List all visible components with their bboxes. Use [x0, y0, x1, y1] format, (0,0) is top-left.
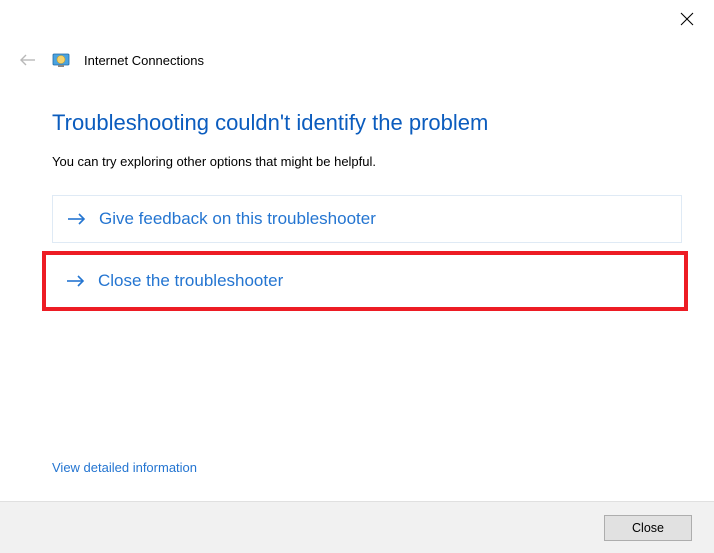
header-bar: Internet Connections: [18, 50, 696, 70]
back-button[interactable]: [18, 50, 38, 70]
window-title: Internet Connections: [84, 53, 204, 68]
window-close-button[interactable]: [678, 10, 696, 28]
subtext: You can try exploring other options that…: [52, 154, 682, 169]
troubleshooter-window: Internet Connections Troubleshooting cou…: [0, 0, 714, 553]
view-detailed-information-link[interactable]: View detailed information: [52, 460, 197, 475]
option-give-feedback[interactable]: Give feedback on this troubleshooter: [52, 195, 682, 243]
option-close-troubleshooter[interactable]: Close the troubleshooter: [52, 257, 678, 305]
internet-connections-icon: [52, 51, 70, 69]
close-button[interactable]: Close: [604, 515, 692, 541]
option-close-troubleshooter-label: Close the troubleshooter: [98, 271, 283, 291]
highlight-annotation: Close the troubleshooter: [42, 251, 688, 311]
main-heading: Troubleshooting couldn't identify the pr…: [52, 110, 682, 136]
close-icon: [680, 12, 694, 26]
back-arrow-icon: [19, 53, 37, 67]
footer-bar: Close: [0, 501, 714, 553]
arrow-right-icon: [66, 273, 86, 289]
arrow-right-icon: [67, 211, 87, 227]
option-give-feedback-label: Give feedback on this troubleshooter: [99, 209, 376, 229]
content-area: Troubleshooting couldn't identify the pr…: [52, 110, 682, 311]
